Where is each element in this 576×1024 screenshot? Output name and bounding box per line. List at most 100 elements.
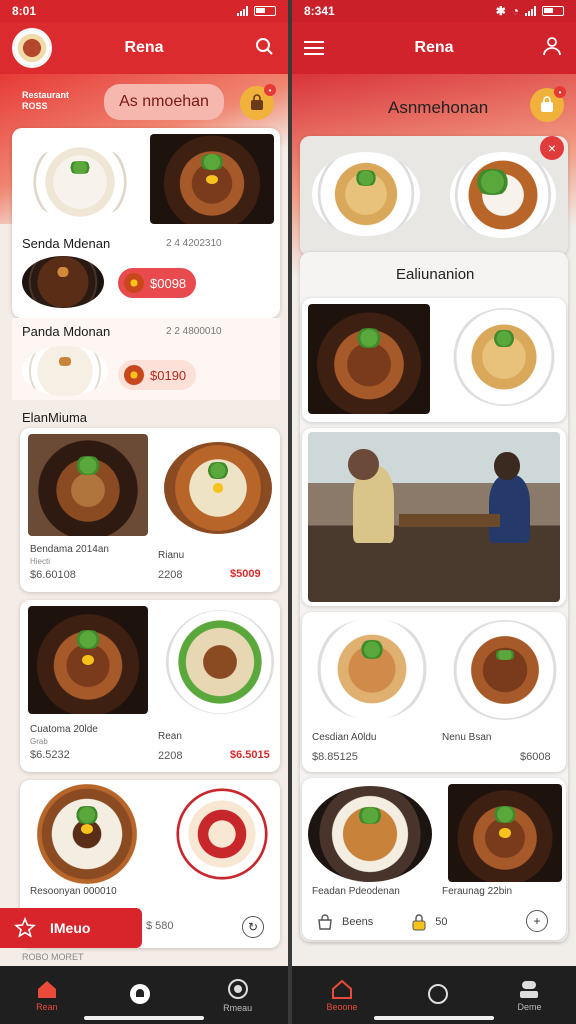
nav-center[interactable]	[427, 983, 449, 1008]
cart-badge-icon: •	[554, 86, 566, 98]
status-bar: 8:341 ✱ ◔	[292, 0, 576, 22]
featured-item2-name: Panda Mdonan	[22, 324, 111, 339]
right-phone-screen: 8:341 ✱ ◔ Rena Asnmehonan • × Ealiunanio…	[292, 0, 576, 1024]
nav-menu-label: Rmeau	[223, 1002, 253, 1013]
grid2-left-price: $6.5232	[30, 749, 70, 761]
home-indicator	[374, 1016, 494, 1020]
nav-profile-label: Deme	[517, 1001, 542, 1012]
nav-chef[interactable]	[129, 983, 151, 1008]
salad-plate-image	[166, 610, 274, 714]
nav-menu[interactable]: Rmeau	[223, 978, 252, 1013]
grid1-right-price: $5009	[230, 568, 261, 580]
grid1-left-price: $6.60108	[30, 569, 76, 581]
grid1-right-sub: 2208	[158, 569, 183, 581]
profile-icon[interactable]	[542, 36, 562, 56]
featured-dish-card[interactable]	[302, 298, 566, 422]
chef-hat-icon	[130, 983, 151, 1004]
bag-outline-icon[interactable]	[316, 913, 334, 931]
profile-icon	[520, 980, 539, 998]
chicken-plate-image	[22, 346, 108, 396]
bluetooth-icon: ✱	[495, 4, 506, 18]
fried-chicken-image	[22, 256, 104, 308]
close-icon[interactable]: ×	[540, 136, 564, 160]
status-icons	[237, 6, 276, 16]
nav-home[interactable]: Beoone	[326, 979, 358, 1012]
menu-cta-button[interactable]: IMeuo	[0, 908, 142, 948]
card2-left-name: Feadan Pdeodenan	[312, 886, 400, 897]
grid2-right-sub: 2208	[158, 750, 183, 762]
stir-fry-dish-photo	[28, 606, 148, 714]
restaurant-logo[interactable]	[12, 28, 52, 68]
grid2-right-name: Rean	[158, 731, 182, 742]
grid2-left-sub: Grab	[30, 737, 48, 746]
dish-thumb-icon	[124, 273, 144, 293]
hamburger-menu-icon[interactable]	[304, 40, 324, 56]
rice-bowl-image	[164, 442, 272, 534]
star-badge-icon	[14, 917, 36, 938]
bottom-nav: Beoone Deme	[292, 966, 576, 1024]
dish-thumb-icon	[124, 365, 144, 385]
section-label: ElanMiuma	[22, 410, 88, 425]
bottom-nav: Rean Rmeau	[0, 966, 288, 1024]
action-label1: Beens	[342, 916, 374, 928]
roast-meat-photo	[308, 304, 430, 414]
search-pill[interactable]: As nmoehan	[104, 84, 224, 120]
signal-icon	[237, 6, 248, 16]
home-icon	[37, 980, 56, 998]
home-icon	[332, 979, 352, 999]
signal-icon	[525, 6, 536, 16]
card1-right-price: $6008	[520, 751, 551, 763]
restaurant-photo-card[interactable]	[302, 428, 566, 606]
app-bar: Rena	[292, 22, 576, 74]
nav-home[interactable]: Rean	[36, 979, 58, 1012]
grilled-chicken-image	[308, 786, 432, 882]
search-pill[interactable]: Asnmehonan	[388, 98, 488, 118]
status-time: 8:01	[12, 4, 37, 18]
menu-card-right-1[interactable]	[302, 612, 566, 772]
rice-dish-image	[26, 144, 134, 220]
app-title: Rena	[124, 39, 164, 56]
wifi-icon: ◔	[511, 4, 519, 18]
chicken-dish-photo	[28, 434, 148, 536]
bag-icon	[251, 94, 263, 110]
featured-item1-price-button[interactable]: $0098	[118, 268, 197, 298]
cart-button[interactable]: •	[530, 86, 566, 122]
menu-card-2[interactable]	[20, 600, 280, 772]
featured-item1-price: $0098	[150, 275, 187, 291]
chicken-plate-image	[314, 618, 430, 720]
cart-button[interactable]: •	[240, 84, 276, 120]
noodle-bowl-image	[312, 152, 420, 236]
action-label2: 50	[435, 916, 448, 928]
restaurant-diners-photo	[308, 432, 560, 602]
battery-icon	[542, 6, 564, 16]
search-icon[interactable]	[254, 36, 274, 56]
status-time: 8:341	[304, 4, 335, 18]
lock-icon[interactable]	[411, 913, 427, 931]
app-title: Rena	[414, 39, 454, 56]
refresh-icon[interactable]: ↻	[242, 916, 264, 938]
bag-icon	[541, 96, 553, 112]
footer-text: ROBO MORET	[22, 952, 84, 962]
grid3-price: $ 580	[146, 920, 174, 932]
sausage-plate-image	[174, 788, 270, 880]
subheader-line1: Restaurant	[22, 90, 70, 100]
rice-curry-image	[450, 152, 556, 238]
grid3-left-name: Resoonyan 000010	[30, 886, 117, 897]
featured-item1-code: 2 4 4202310	[166, 238, 222, 249]
nav-profile[interactable]: Deme	[517, 979, 542, 1012]
battery-icon	[254, 6, 276, 16]
noodle-plate-image	[452, 308, 556, 406]
circle-icon	[427, 983, 448, 1004]
cart-badge-icon: •	[264, 84, 276, 96]
section-title: Ealiunanion	[396, 266, 475, 283]
status-icons: ✱ ◔	[496, 4, 564, 18]
grid2-left-name: Cuatoma 20lde	[30, 724, 98, 735]
card1-right-name: Nenu Bsan	[442, 732, 492, 743]
rice-egg-bowl-image	[28, 784, 146, 884]
featured-item2-code: 2 2 4800010	[166, 326, 222, 337]
preview-sheet[interactable]	[300, 136, 568, 256]
dish-icon	[227, 978, 248, 999]
featured-item2-price-button[interactable]: $0190	[118, 360, 197, 390]
add-icon[interactable]: +	[526, 910, 548, 932]
card1-left-price: $8.85125	[312, 751, 358, 763]
